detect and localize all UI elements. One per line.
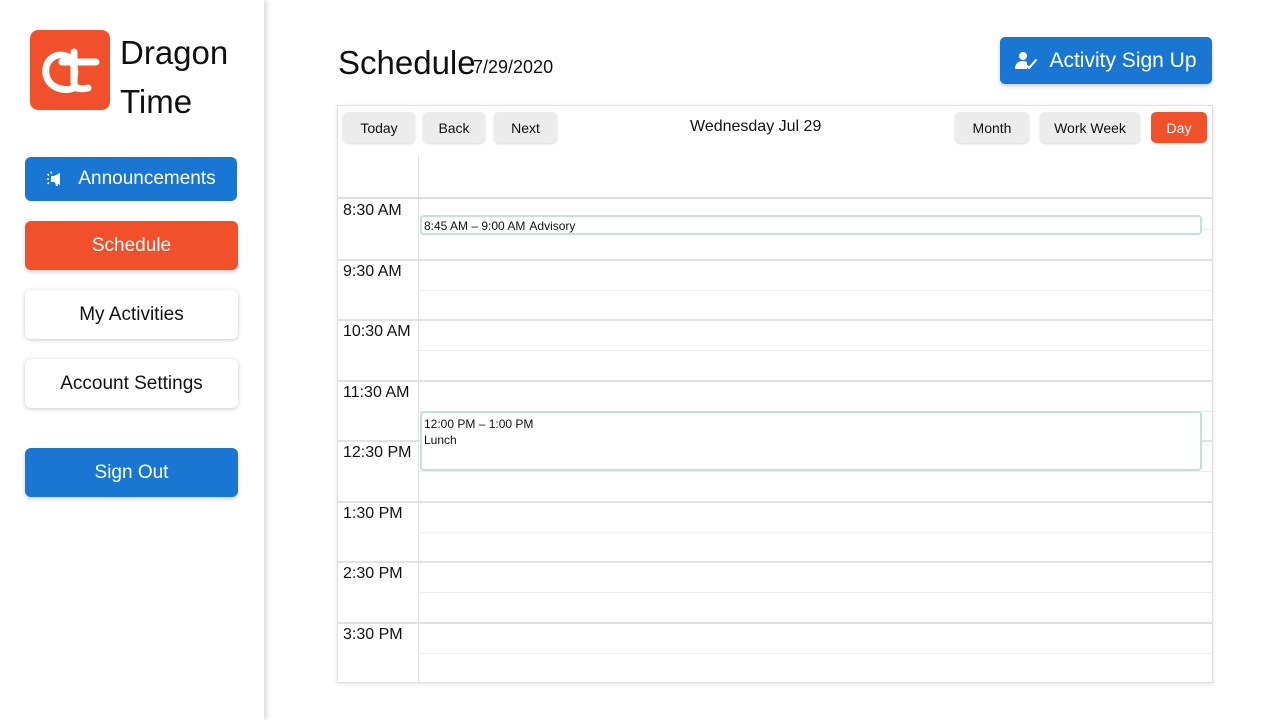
event-title: Advisory xyxy=(529,219,576,233)
back-button[interactable]: Back xyxy=(423,112,485,143)
time-gutter-divider xyxy=(418,156,419,682)
event-time: 8:45 AM – 9:00 AM xyxy=(424,219,526,233)
time-slot-label: 8:30 AM xyxy=(343,202,402,219)
activity-sign-up-label: Activity Sign Up xyxy=(1049,48,1197,72)
hour-line xyxy=(338,501,1212,503)
time-slot-label: 2:30 PM xyxy=(343,565,403,582)
event-time: 12:00 PM – 1:00 PM xyxy=(424,417,534,431)
half-hour-line xyxy=(419,532,1212,533)
half-hour-line xyxy=(419,290,1212,291)
hour-line xyxy=(338,380,1212,382)
brand-line-1: Dragon xyxy=(120,34,229,71)
announcements-button[interactable]: Announcements xyxy=(25,157,237,201)
next-button[interactable]: Next xyxy=(494,112,557,143)
dragon-time-logo[interactable] xyxy=(30,30,110,110)
time-slot-label: 3:30 PM xyxy=(343,626,403,643)
event-advisory[interactable]: 8:45 AM – 9:00 AM Advisory xyxy=(420,215,1202,235)
event-lunch[interactable]: 12:00 PM – 1:00 PM Lunch xyxy=(420,411,1202,471)
page-date: 7/29/2020 xyxy=(473,57,554,77)
my-activities-button[interactable]: My Activities xyxy=(25,290,238,339)
time-slot-label: 11:30 AM xyxy=(343,384,410,401)
sidebar: Dragon Time Announcements Schedule My Ac… xyxy=(0,0,264,720)
half-hour-line xyxy=(419,653,1212,654)
all-day-divider xyxy=(338,197,1212,199)
half-hour-line xyxy=(419,350,1212,351)
time-slot-label: 9:30 AM xyxy=(343,263,402,280)
month-view-button[interactable]: Month xyxy=(955,112,1029,143)
today-button[interactable]: Today xyxy=(343,112,415,143)
day-view-button[interactable]: Day xyxy=(1151,112,1207,143)
time-slot-label: 12:30 PM xyxy=(343,444,412,461)
work-week-view-button[interactable]: Work Week xyxy=(1040,112,1140,143)
announcements-label: Announcements xyxy=(78,168,216,189)
hour-line xyxy=(338,561,1212,563)
day-calendar: Today Back Next Wednesday Jul 29 Month W… xyxy=(337,105,1213,683)
event-title: Lunch xyxy=(424,433,457,447)
my-activities-label: My Activities xyxy=(79,303,184,325)
megaphone-icon xyxy=(46,170,68,188)
schedule-label: Schedule xyxy=(91,234,172,256)
account-settings-label: Account Settings xyxy=(60,372,203,394)
page-title: Schedule xyxy=(338,44,476,81)
hour-line xyxy=(338,259,1212,261)
calendar-date-label: Wednesday Jul 29 xyxy=(690,118,822,135)
user-check-icon xyxy=(1015,51,1038,71)
half-hour-line xyxy=(419,592,1212,593)
account-settings-button[interactable]: Account Settings xyxy=(25,359,238,408)
schedule-button[interactable]: Schedule xyxy=(25,221,238,270)
hour-line xyxy=(338,622,1212,624)
sign-out-button[interactable]: Sign Out xyxy=(25,448,238,497)
time-slot-label: 1:30 PM xyxy=(343,505,403,522)
time-slot-label: 10:30 AM xyxy=(343,323,411,340)
brand-line-2: Time xyxy=(120,83,193,120)
activity-sign-up-button[interactable]: Activity Sign Up xyxy=(1000,37,1212,84)
half-hour-line xyxy=(419,471,1212,472)
brand-name: Dragon Time xyxy=(120,28,228,126)
hour-line xyxy=(338,319,1212,321)
sign-out-label: Sign Out xyxy=(94,461,169,483)
